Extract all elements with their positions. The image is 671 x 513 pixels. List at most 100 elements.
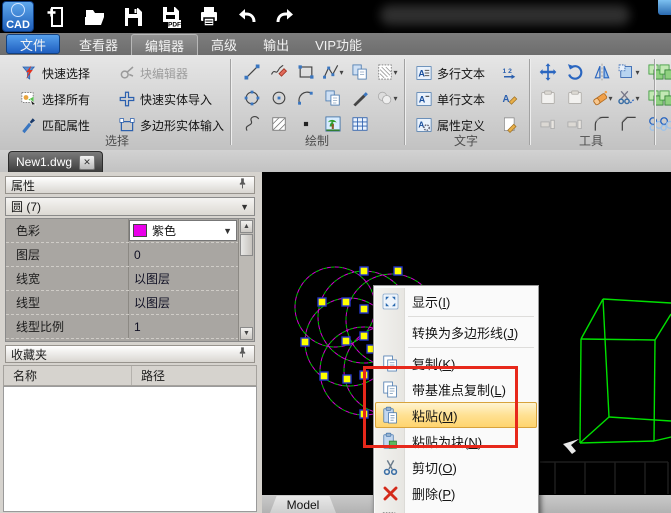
favorites-list[interactable] xyxy=(3,386,257,512)
pin-icon[interactable] xyxy=(236,177,249,193)
property-row-线宽[interactable]: 线宽 以图层 xyxy=(6,267,239,291)
chevron-down-icon[interactable]: ▼ xyxy=(223,226,236,236)
entity-selector-dropdown[interactable]: 圆 (7) ▼ xyxy=(5,197,255,216)
ribbon-tab-1[interactable]: 文件 xyxy=(6,34,61,54)
ribbon-button-选择所有[interactable]: 选择所有 xyxy=(20,87,90,111)
ribbon-tool-blockins[interactable] xyxy=(346,59,373,85)
property-row-线型[interactable]: 线型 以图层 xyxy=(6,291,239,315)
wireframe-box-edge[interactable] xyxy=(608,416,671,422)
close-icon[interactable]: ✕ xyxy=(79,154,96,170)
ribbon-button-快速选择[interactable]: 快速选择 xyxy=(20,61,90,85)
property-row-线型比例[interactable]: 线型比例 1 xyxy=(6,315,239,339)
chevron-down-icon[interactable]: ▾ xyxy=(608,94,612,103)
wireframe-box-edge[interactable] xyxy=(653,436,671,442)
circlesblue-icon xyxy=(659,117,671,131)
model-tab[interactable]: Model xyxy=(270,496,336,513)
pin-icon[interactable] xyxy=(236,346,249,362)
ribbon-tool-eraser[interactable]: ▾ xyxy=(588,85,615,111)
grip[interactable] xyxy=(342,374,352,384)
save-pdf-button[interactable]: PDF xyxy=(156,4,186,30)
undo-button[interactable] xyxy=(232,4,262,30)
wireframe-box-edge[interactable] xyxy=(580,298,604,340)
grip[interactable] xyxy=(359,331,369,341)
grip[interactable] xyxy=(341,297,351,307)
wireframe-box-edge[interactable] xyxy=(579,338,582,444)
ribbon-tab-4[interactable]: 高级 xyxy=(198,33,250,55)
wireframe-box-edge[interactable] xyxy=(580,338,656,341)
chevron-down-icon[interactable]: ▾ xyxy=(393,94,397,103)
menu-item-I[interactable]: 显示(I) xyxy=(375,288,537,314)
ribbon-tool-polyline[interactable]: ▾ xyxy=(319,59,346,85)
redo-button[interactable] xyxy=(270,4,300,30)
crosshair-icon xyxy=(11,3,25,17)
ribbon-tool-circle[interactable] xyxy=(238,85,265,111)
wireframe-box-edge[interactable] xyxy=(653,339,656,442)
save-button[interactable] xyxy=(118,4,148,30)
ribbon-tool-copygreen[interactable] xyxy=(653,85,671,111)
ribbon-button-spell[interactable]: A xyxy=(501,87,523,111)
wireframe-box-edge[interactable] xyxy=(602,298,610,418)
scrollbar-thumb[interactable] xyxy=(240,234,253,256)
ribbon-tool-circlesblue[interactable] xyxy=(653,111,671,137)
document-tab[interactable]: New1.dwg ✕ xyxy=(8,151,104,172)
ribbon-tool-circle2[interactable] xyxy=(265,85,292,111)
menu-item-O[interactable]: 剪切(O) xyxy=(375,454,537,480)
chevron-down-icon[interactable]: ▾ xyxy=(635,68,639,77)
wireframe-box-edge[interactable] xyxy=(579,416,610,444)
chevron-down-icon[interactable]: ▾ xyxy=(393,68,397,77)
wireframe-box-edge[interactable] xyxy=(579,440,655,444)
scroll-up-icon[interactable]: ▲ xyxy=(240,220,253,233)
grip[interactable] xyxy=(341,336,351,346)
menu-item-Q[interactable]: 选择所有(Q) xyxy=(375,506,537,513)
chevron-down-icon[interactable]: ▾ xyxy=(635,94,639,103)
ribbon-tool-sketch[interactable] xyxy=(265,59,292,85)
ribbon-button-快速实体导入[interactable]: 快速实体导入 xyxy=(118,87,224,111)
ribbon-tool-mirror[interactable] xyxy=(588,59,615,85)
ribbon-tool-rectsel[interactable]: ▾ xyxy=(615,59,642,85)
ribbon-button-numbering[interactable]: 1 2 xyxy=(501,61,523,85)
chevron-down-icon[interactable]: ▾ xyxy=(339,68,343,77)
ribbon-tool-rotate[interactable] xyxy=(561,59,588,85)
property-grid-scrollbar[interactable]: ▲ ▼ xyxy=(238,219,254,341)
ribbon-tool-move[interactable] xyxy=(534,59,561,85)
ribbon-tool-trim[interactable]: ▾ xyxy=(615,85,642,111)
ribbon-tool-region[interactable]: ▾ xyxy=(373,59,400,85)
property-value: 1 xyxy=(134,319,141,334)
new-file-button[interactable] xyxy=(42,4,72,30)
ribbon-tab-2[interactable]: 查看器 xyxy=(66,33,131,55)
grip[interactable] xyxy=(319,371,329,381)
print-button[interactable] xyxy=(194,4,224,30)
ribbon-button-单行文本[interactable]: A 单行文本 xyxy=(415,87,485,111)
ribbon-tab-3[interactable]: 编辑器 xyxy=(131,34,199,55)
fillet-icon xyxy=(594,116,609,131)
ribbon-tab-6[interactable]: VIP功能 xyxy=(302,33,375,55)
wireframe-box-edge[interactable] xyxy=(602,298,671,304)
ribbon-tool-arc[interactable] xyxy=(292,85,319,111)
ribbon-tool-pen[interactable] xyxy=(346,85,373,111)
ribbon-button-多行文本[interactable]: A 多行文本 xyxy=(415,61,485,85)
grip[interactable] xyxy=(317,297,327,307)
property-row-色彩[interactable]: 色彩 紫色 ▼ xyxy=(6,219,239,243)
color-dropdown[interactable]: 紫色 ▼ xyxy=(129,220,237,241)
wireframe-box-edge[interactable] xyxy=(654,313,671,341)
menu-item-P[interactable]: 删除(P) xyxy=(375,480,537,506)
ribbon-tool-copygreen[interactable] xyxy=(653,59,671,85)
ribbon-tool-pastegray[interactable] xyxy=(561,85,588,111)
ribbon-tool-graycircles[interactable]: ▾ xyxy=(373,85,400,111)
grip[interactable] xyxy=(359,266,369,276)
favorites-column-path[interactable]: 路径 xyxy=(132,367,165,384)
app-logo[interactable]: CAD xyxy=(2,1,34,32)
menu-item-J[interactable]: 转换为多边形线(J) xyxy=(375,319,537,345)
favorites-column-name[interactable]: 名称 xyxy=(4,366,132,385)
property-row-图层[interactable]: 图层 0 xyxy=(6,243,239,267)
ribbon-tool-pastespec[interactable] xyxy=(319,85,346,111)
ribbon-tab-5[interactable]: 输出 xyxy=(250,33,302,55)
grip[interactable] xyxy=(300,337,310,347)
grip[interactable] xyxy=(359,304,369,314)
ribbon-tool-line[interactable] xyxy=(238,59,265,85)
open-file-button[interactable] xyxy=(80,4,110,30)
ribbon-tool-pastegray[interactable] xyxy=(534,85,561,111)
grip[interactable] xyxy=(393,266,403,276)
ribbon-tool-rect[interactable] xyxy=(292,59,319,85)
scroll-down-icon[interactable]: ▼ xyxy=(240,327,253,340)
